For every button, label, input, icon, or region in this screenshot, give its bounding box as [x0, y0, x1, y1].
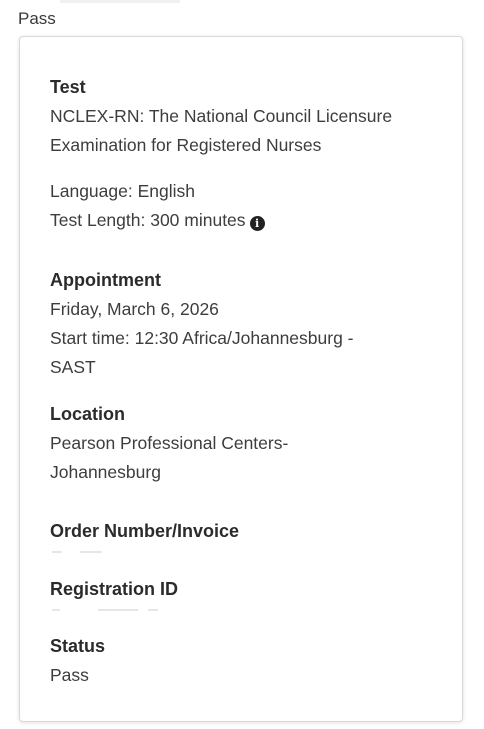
- appointment-start-line-2: SAST: [50, 357, 96, 377]
- test-name-line-2: Examination for Registered Nurses: [50, 135, 322, 155]
- test-name-line-1: NCLEX-RN: The National Council Licensure: [50, 106, 393, 126]
- order-number-redacted: [50, 546, 450, 560]
- status-header-label: Pass: [18, 9, 56, 28]
- test-language: Language: English: [50, 181, 195, 201]
- faded-header-remnant: [60, 0, 180, 3]
- registration-heading: Registration ID: [50, 579, 179, 599]
- location-line-1: Pearson Professional Centers-: [50, 433, 289, 453]
- info-icon[interactable]: i: [249, 216, 265, 231]
- appointment-date: Friday, March 6, 2026: [50, 299, 219, 319]
- appointment-section: Appointment Friday, March 6, 2026 Start …: [50, 266, 450, 382]
- registration-section: Registration ID: [50, 575, 450, 618]
- appointment-start-line-1: Start time: 12:30 Africa/Johannesburg -: [50, 328, 354, 348]
- status-heading: Status: [50, 636, 106, 656]
- location-line-2: Johannesburg: [50, 462, 161, 482]
- test-details-section: Language: English Test Length: 300 minut…: [50, 177, 450, 235]
- test-section: Test NCLEX-RN: The National Council Lice…: [50, 73, 450, 160]
- appointment-heading: Appointment: [50, 270, 161, 290]
- test-length: Test Length: 300 minutes: [50, 210, 246, 230]
- test-length-row: Test Length: 300 minutes i: [50, 206, 450, 235]
- order-section: Order Number/Invoice: [50, 517, 450, 560]
- appointment-details-card: Test NCLEX-RN: The National Council Lice…: [19, 36, 463, 722]
- status-section: Status Pass: [50, 632, 450, 690]
- location-heading: Location: [50, 404, 125, 424]
- registration-id-redacted: [50, 604, 450, 618]
- location-section: Location Pearson Professional Centers- J…: [50, 400, 450, 487]
- test-heading: Test: [50, 77, 86, 97]
- order-heading: Order Number/Invoice: [50, 521, 240, 541]
- status-value: Pass: [50, 665, 89, 685]
